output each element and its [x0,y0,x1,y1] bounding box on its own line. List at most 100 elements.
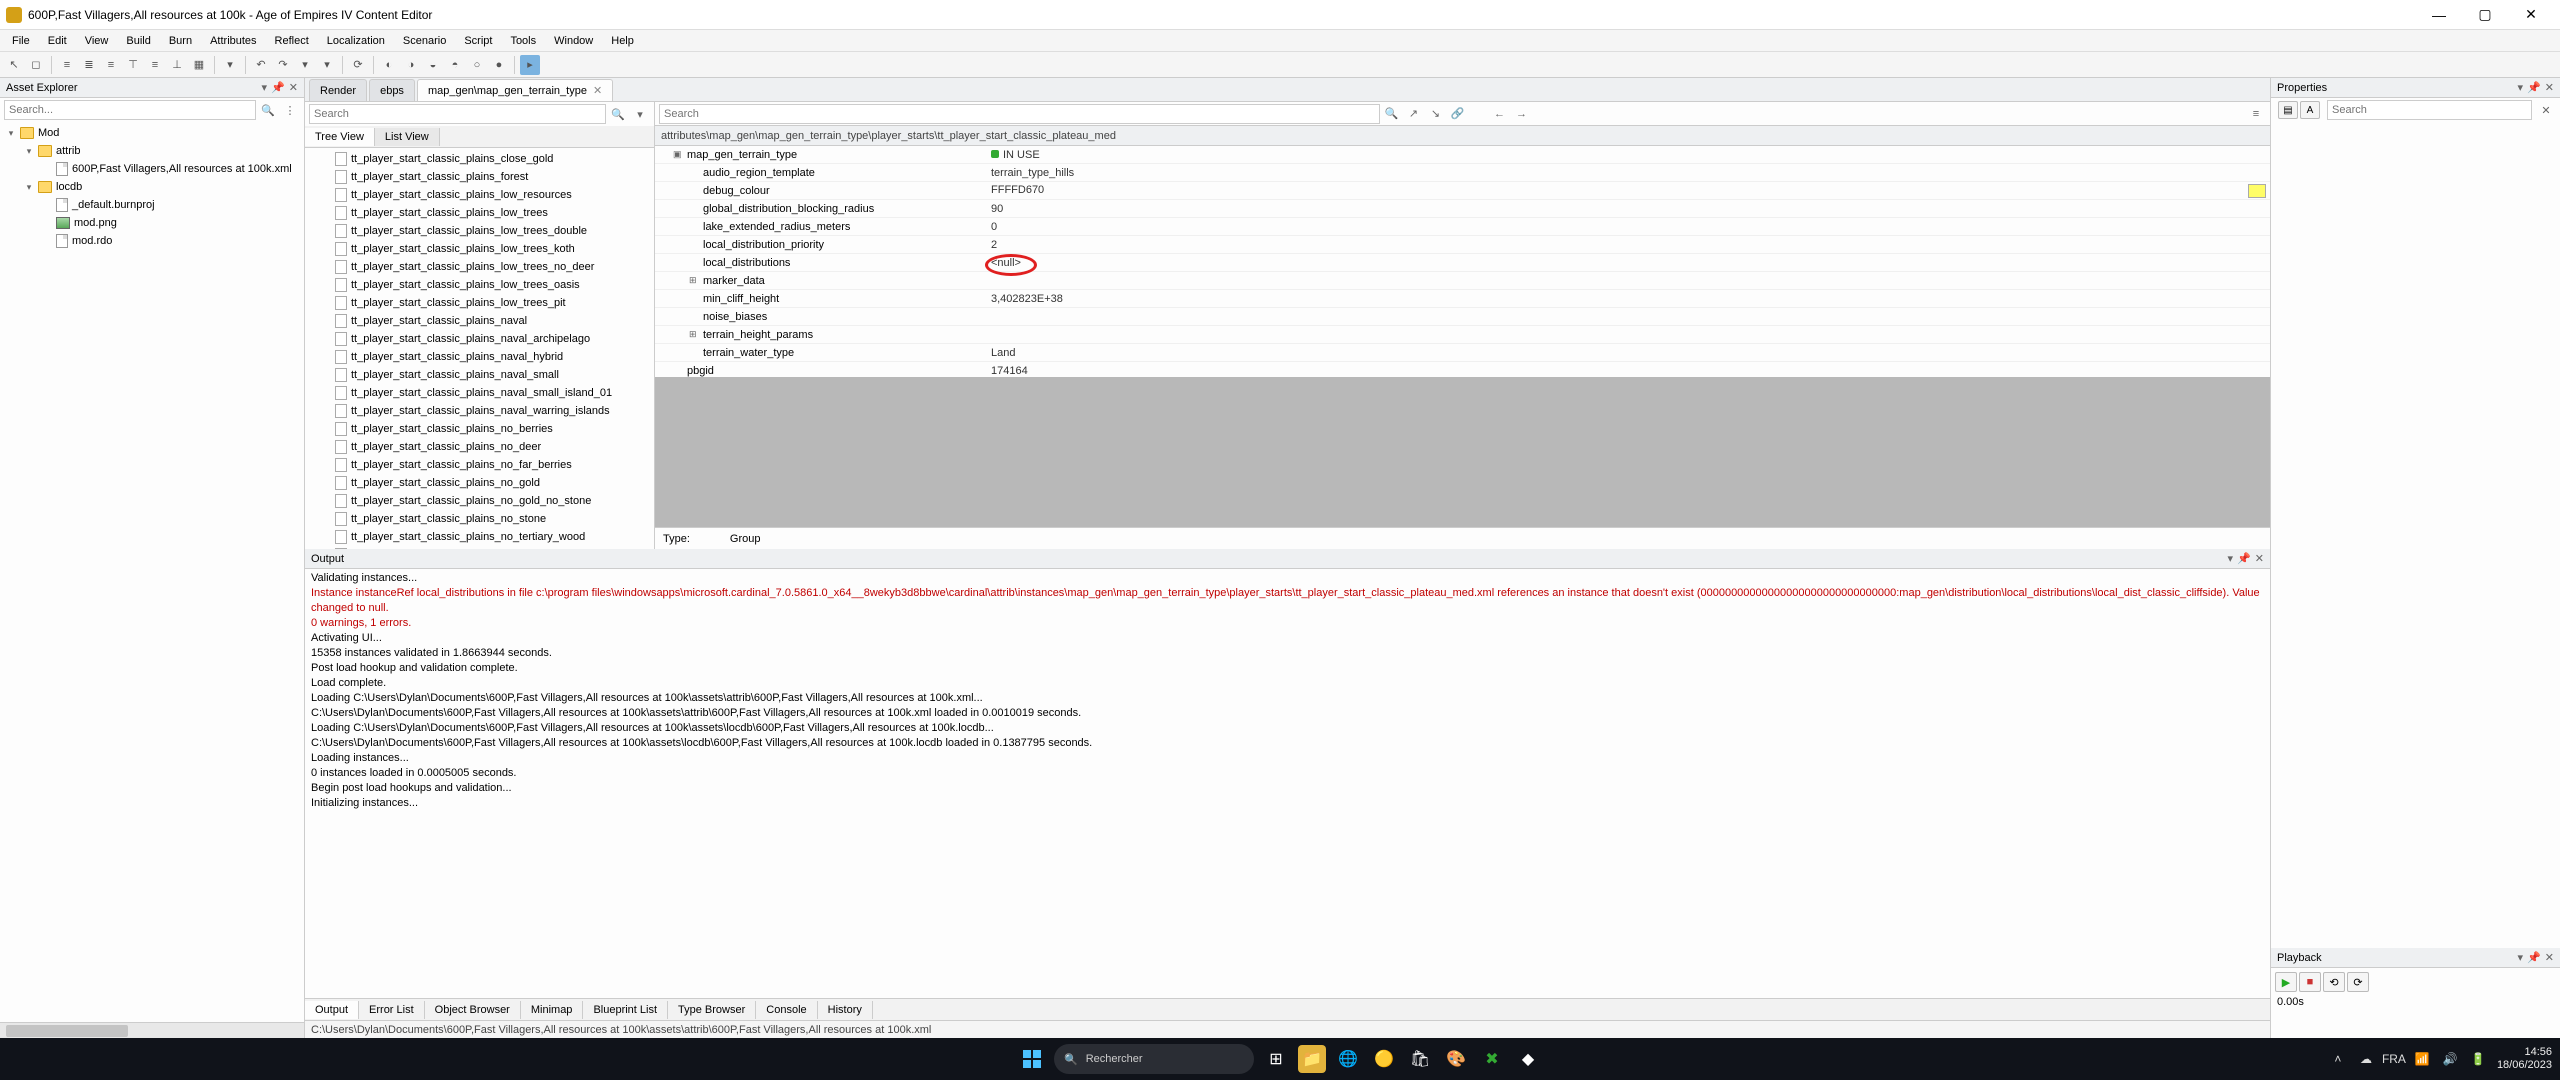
loop-button[interactable]: ⟳ [2347,972,2369,992]
properties-search-input[interactable] [2327,100,2532,120]
store-icon[interactable]: 🛍 [1406,1045,1434,1073]
tree-item[interactable]: mod.png [2,214,302,232]
list-item[interactable]: tt_player_start_classic_plains_low_resou… [307,186,652,204]
list-item[interactable]: tt_player_start_classic_plains_forest [307,168,652,186]
bottom-tab-object-browser[interactable]: Object Browser [425,1001,521,1019]
search-options-icon[interactable]: ⋮ [280,100,300,120]
tray-battery-icon[interactable]: 🔋 [2469,1050,2487,1068]
start-button[interactable] [1018,1045,1046,1073]
attr-tool-2-icon[interactable]: ↘ [1426,104,1446,124]
tray-onedrive-icon[interactable]: ☁ [2357,1050,2375,1068]
list-item[interactable]: tt_player_start_classic_plains_naval_sma… [307,384,652,402]
output-dropdown-icon[interactable]: ▾ [2228,552,2234,565]
attr-search-input[interactable] [659,104,1380,124]
file-explorer-icon[interactable]: 📁 [1298,1045,1326,1073]
properties-dropdown-icon[interactable]: ▾ [2518,81,2524,94]
list-item[interactable]: tt_player_start_classic_plains_no_far_be… [307,456,652,474]
dropdown-arrow-icon[interactable]: ▾ [220,55,240,75]
menu-view[interactable]: View [77,33,117,49]
file-list[interactable]: tt_player_start_classic_plains_close_gol… [305,148,654,549]
tool-cursor-icon[interactable]: ↖ [4,55,24,75]
tree-item[interactable]: mod.rdo [2,232,302,250]
misc-tool-3-icon[interactable]: ◒ [423,55,443,75]
list-item[interactable]: tt_player_start_classic_plains_no_tertia… [307,528,652,546]
panel-dropdown-icon[interactable]: ▾ [262,81,268,94]
attr-search-icon[interactable]: 🔍 [1382,104,1402,124]
tree-item[interactable]: ▾attrib [2,142,302,160]
tree-item[interactable]: _default.burnproj [2,196,302,214]
list-search-options-icon[interactable]: ▾ [630,104,650,124]
tree-item[interactable]: 600P,Fast Villagers,All resources at 100… [2,160,302,178]
misc-tool-6-icon[interactable]: ● [489,55,509,75]
prop-sort-az-icon[interactable]: A [2300,101,2320,119]
bottom-tab-history[interactable]: History [818,1001,873,1019]
menu-edit[interactable]: Edit [40,33,75,49]
menu-localization[interactable]: Localization [319,33,393,49]
playback-close-icon[interactable]: ✕ [2545,951,2554,964]
output-close-icon[interactable]: ✕ [2255,552,2264,565]
misc-tool-5-icon[interactable]: ○ [467,55,487,75]
menu-burn[interactable]: Burn [161,33,200,49]
list-item[interactable]: tt_player_start_classic_plains_no_berrie… [307,420,652,438]
menu-script[interactable]: Script [456,33,500,49]
attr-nav-fwd-icon[interactable]: → [1512,104,1532,124]
asset-search-input[interactable] [4,100,256,120]
attr-tool-1-icon[interactable]: ↗ [1404,104,1424,124]
prop-sort-cat-icon[interactable]: ▤ [2278,101,2298,119]
align-left-icon[interactable]: ≡ [57,55,77,75]
attr-link-icon[interactable]: 🔗 [1448,104,1468,124]
attr-row[interactable]: local_distribution_priority2 [655,236,2270,254]
bottom-tab-console[interactable]: Console [756,1001,817,1019]
asset-tree-scrollbar[interactable] [0,1022,304,1038]
list-item[interactable]: tt_player_start_classic_plains_no_stone [307,510,652,528]
misc-tool-2-icon[interactable]: ◑ [401,55,421,75]
tab-tree-view[interactable]: Tree View [305,128,375,146]
doc-tab[interactable]: ebps [369,79,415,101]
properties-pin-icon[interactable]: 📌 [2527,81,2541,94]
list-item[interactable]: tt_player_start_classic_plains_naval_hyb… [307,348,652,366]
align-right-icon[interactable]: ≡ [101,55,121,75]
redo-icon[interactable]: ↷ [273,55,293,75]
list-item[interactable]: tt_player_start_classic_plains_low_trees… [307,294,652,312]
list-item[interactable]: tt_player_start_classic_plains_naval [307,312,652,330]
misc-tool-4-icon[interactable]: ◓ [445,55,465,75]
bottom-tab-output[interactable]: Output [305,1001,359,1019]
attr-row[interactable]: ⊞marker_data [655,272,2270,290]
tool-box-icon[interactable]: ◻ [26,55,46,75]
bottom-tab-type-browser[interactable]: Type Browser [668,1001,756,1019]
attr-row[interactable]: min_cliff_height3,402823E+38 [655,290,2270,308]
tree-item[interactable]: ▾Mod [2,124,302,142]
stop-button[interactable]: ■ [2299,972,2321,992]
list-item[interactable]: tt_player_start_classic_plains_low_trees… [307,276,652,294]
list-search-icon[interactable]: 🔍 [608,104,628,124]
properties-close-icon[interactable]: ✕ [2545,81,2554,94]
align-top-icon[interactable]: ⊤ [123,55,143,75]
doc-tab[interactable]: map_gen\map_gen_terrain_type✕ [417,79,613,101]
attr-nav-back-icon[interactable]: ← [1490,104,1510,124]
list-item[interactable]: tt_player_start_classic_plains_no_gold [307,474,652,492]
app-icon[interactable]: ◆ [1514,1045,1542,1073]
misc-tool-1-icon[interactable]: ◐ [379,55,399,75]
edge-icon[interactable]: 🌐 [1334,1045,1362,1073]
taskbar-search[interactable]: 🔍 Rechercher [1054,1044,1254,1074]
playback-pin-icon[interactable]: 📌 [2527,951,2541,964]
panel-pin-icon[interactable]: 📌 [271,81,285,94]
paint-icon[interactable]: 🎨 [1442,1045,1470,1073]
menu-help[interactable]: Help [603,33,642,49]
list-item[interactable]: tt_player_start_classic_plains_low_trees [307,204,652,222]
panel-close-icon[interactable]: ✕ [289,81,298,94]
color-swatch[interactable] [2248,184,2266,198]
output-pin-icon[interactable]: 📌 [2237,552,2251,565]
list-search-input[interactable] [309,104,606,124]
output-body[interactable]: Validating instances...Instance instance… [305,569,2270,998]
rewind-button[interactable]: ⟲ [2323,972,2345,992]
minimize-button[interactable]: — [2416,0,2462,30]
properties-clear-icon[interactable]: ✕ [2536,100,2556,120]
undo-history-icon[interactable]: ▾ [295,55,315,75]
tab-list-view[interactable]: List View [375,128,440,146]
list-item[interactable]: tt_player_start_classic_plains_low_trees… [307,240,652,258]
search-icon[interactable]: 🔍 [258,100,278,120]
attr-row[interactable]: lake_extended_radius_meters0 [655,218,2270,236]
refresh-icon[interactable]: ⟳ [348,55,368,75]
task-view-icon[interactable]: ⊞ [1262,1045,1290,1073]
